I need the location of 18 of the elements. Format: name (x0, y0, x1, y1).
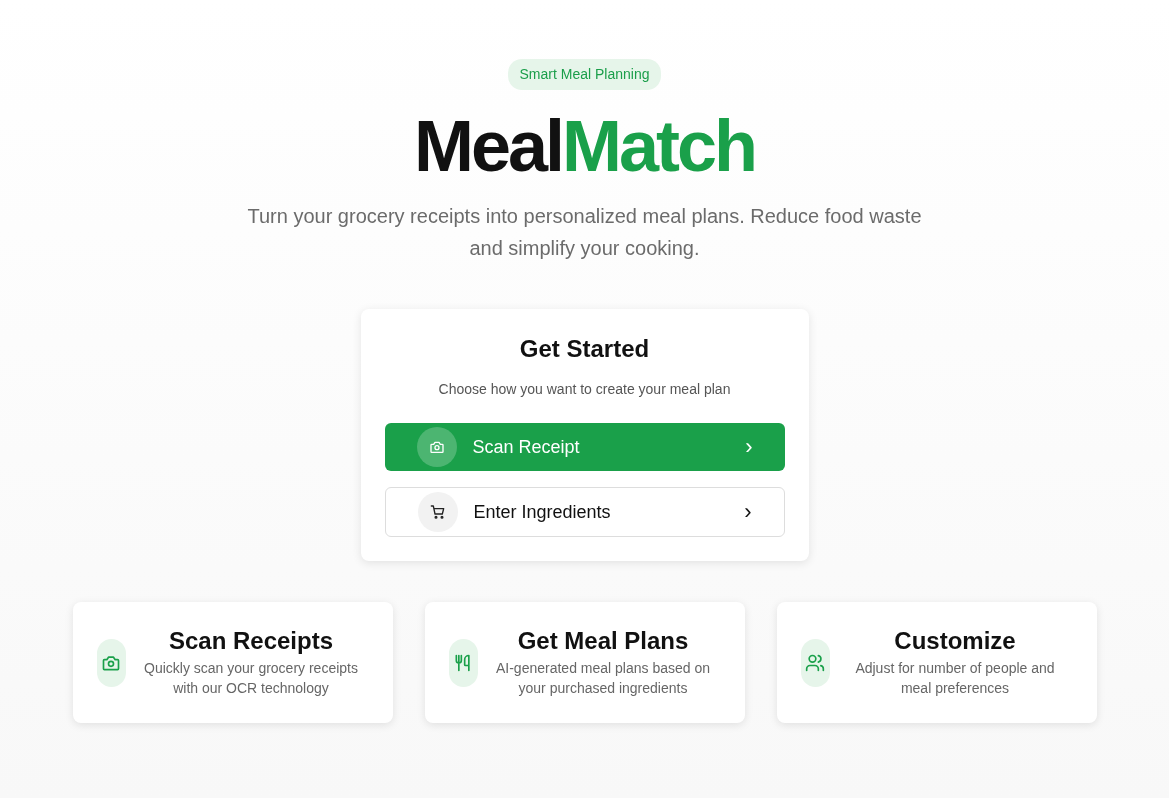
app-title: MealMatch (413, 110, 756, 182)
feature-description: AI-generated meal plans based on your purchased ingredients (494, 658, 711, 698)
camera-icon (428, 439, 445, 455)
card-title: Get Started (518, 334, 651, 364)
tag-badge: Smart Meal Planning (507, 59, 662, 90)
chevron-icon: › (744, 501, 752, 523)
card-description: Choose how you want to create your meal plan (437, 380, 732, 399)
subtitle: Turn your grocery receipts into personalized meal plans. Reduce food waste and simplify your cooking. (246, 204, 923, 261)
cart-icon (429, 504, 446, 520)
feature-title: Customize (893, 627, 1017, 656)
feature-description: Quickly scan your grocery receipts with our OCR technology (143, 658, 359, 698)
option-button[interactable]: Enter Ingredients › (384, 487, 785, 537)
feature-title: Get Meal Plans (516, 627, 690, 656)
utensils-icon (453, 652, 473, 673)
people-icon (805, 652, 825, 673)
feature-description: Adjust for number of people and meal preferences (854, 658, 1056, 698)
chevron-icon: › (745, 436, 753, 458)
feature-title: Scan Receipts (167, 627, 335, 656)
